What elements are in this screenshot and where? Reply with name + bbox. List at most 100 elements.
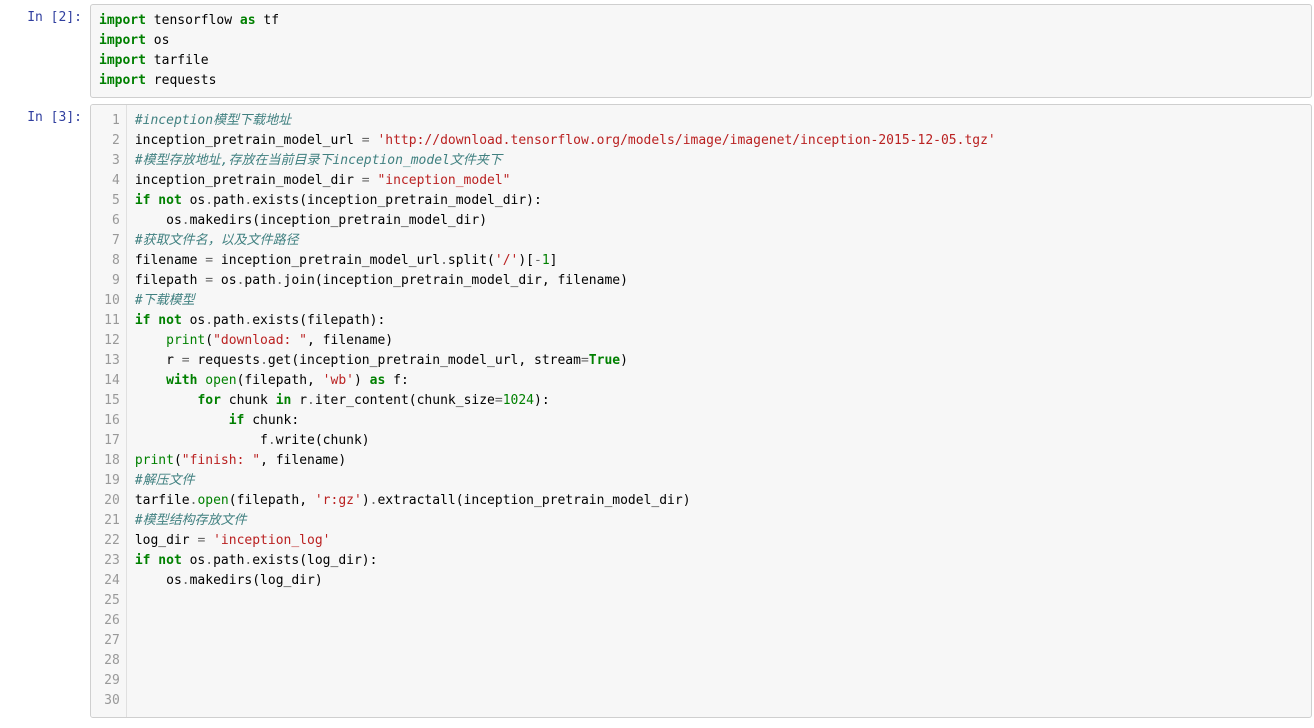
token: "finish: " (182, 453, 260, 468)
line-number-gutter: 1 2 3 4 5 6 7 8 9 10 11 12 13 14 15 16 1… (91, 105, 126, 717)
code-input-area[interactable]: 1 2 3 4 5 6 7 8 9 10 11 12 13 14 15 16 1… (90, 104, 1312, 718)
token: tf (263, 13, 279, 28)
code-line: for chunk in r.iter_content(chunk_size=1… (135, 391, 1303, 411)
code-line: os.makedirs(log_dir) (135, 571, 1303, 591)
token: , filename) (260, 453, 346, 468)
token: import (99, 13, 146, 28)
token: os (154, 33, 170, 48)
token: join(inception_pretrain_model_dir, filen… (284, 273, 628, 288)
token: extractall(inception_pretrain_model_dir) (377, 493, 690, 508)
token: )[ (518, 253, 534, 268)
token: 'wb' (323, 373, 354, 388)
token: if (135, 313, 151, 328)
code-line: print("finish: ", filename) (135, 451, 1303, 471)
code-table: 1 2 3 4 5 6 7 8 9 10 11 12 13 14 15 16 1… (91, 105, 1311, 717)
token: in (276, 393, 292, 408)
token: #解压文件 (135, 473, 195, 488)
token: (filepath, (237, 373, 323, 388)
code-line: log_dir = 'inception_log' (135, 531, 1303, 551)
token: as (370, 373, 386, 388)
token: exists(filepath): (252, 313, 385, 328)
token: = (362, 133, 370, 148)
token: import (99, 33, 146, 48)
token: makedirs(log_dir) (190, 573, 323, 588)
token: chunk (221, 393, 276, 408)
token: os (182, 313, 205, 328)
token: ): (534, 393, 550, 408)
token: as (240, 13, 256, 28)
token: chunk: (244, 413, 299, 428)
token: os (182, 553, 205, 568)
token: . (307, 393, 315, 408)
code-line: if not os.path.exists(filepath): (135, 311, 1303, 331)
token: (filepath, (229, 493, 315, 508)
code-line: tarfile.open(filepath, 'r:gz').extractal… (135, 491, 1303, 511)
token: = (581, 353, 589, 368)
token: iter_content(chunk_size (315, 393, 495, 408)
token: = (205, 273, 213, 288)
token: 'inception_log' (213, 533, 330, 548)
token: = (495, 393, 503, 408)
token: not (158, 313, 181, 328)
token: os (213, 273, 236, 288)
code-line: if not os.path.exists(inception_pretrain… (135, 191, 1303, 211)
token (135, 413, 229, 428)
token: r (135, 353, 182, 368)
token: path (244, 273, 275, 288)
code-line: #下载模型 (135, 291, 1303, 311)
token: filepath (135, 273, 205, 288)
token: log_dir (135, 533, 198, 548)
token: get(inception_pretrain_model_url, stream (268, 353, 581, 368)
code-line: import os (99, 31, 1303, 51)
token: = (362, 173, 370, 188)
token: import (99, 53, 146, 68)
token: f (135, 433, 268, 448)
cell-prompt: In [2]: (2, 4, 90, 25)
token: #模型结构存放文件 (135, 513, 247, 528)
token: r (291, 393, 307, 408)
code-line: r = requests.get(inception_pretrain_mode… (135, 351, 1303, 371)
code-cell: In [3]:1 2 3 4 5 6 7 8 9 10 11 12 13 14 … (2, 104, 1312, 718)
token: tensorflow (154, 13, 232, 28)
code-line: inception_pretrain_model_url = 'http://d… (135, 131, 1303, 151)
code-line: #模型结构存放文件 (135, 511, 1303, 531)
token: if (135, 553, 151, 568)
code-column[interactable]: #inception模型下载地址 inception_pretrain_model… (126, 105, 1311, 717)
token: makedirs(inception_pretrain_model_dir) (190, 213, 487, 228)
token: if (229, 413, 245, 428)
token (232, 13, 240, 28)
token: inception_pretrain_model_url (213, 253, 440, 268)
token: "download: " (213, 333, 307, 348)
token: path (213, 553, 244, 568)
token: not (158, 193, 181, 208)
token (146, 73, 154, 88)
token: not (158, 553, 181, 568)
code-line: import tensorflow as tf (99, 11, 1303, 31)
token: os (182, 193, 205, 208)
cell-prompt: In [3]: (2, 104, 90, 125)
token: 'r:gz' (315, 493, 362, 508)
code-line: import requests (99, 71, 1303, 91)
token: = (205, 253, 213, 268)
code-input-area[interactable]: import tensorflow as tfimport osimport t… (90, 4, 1312, 98)
token (146, 13, 154, 28)
token: #inception模型下载地址 (135, 113, 291, 128)
token: . (276, 273, 284, 288)
code-line: #获取文件名，以及文件路径 (135, 231, 1303, 251)
token (205, 533, 213, 548)
code-line: import tarfile (99, 51, 1303, 71)
token (146, 53, 154, 68)
token: #模型存放地址,存放在当前目录下inception_model文件夹下 (135, 153, 502, 168)
token: inception_pretrain_model_dir (135, 173, 362, 188)
code-line: print("download: ", filename) (135, 331, 1303, 351)
token: import (99, 73, 146, 88)
token: . (205, 193, 213, 208)
token: '/' (495, 253, 518, 268)
token: "inception_model" (377, 173, 510, 188)
token: ] (550, 253, 558, 268)
token: ) (362, 493, 370, 508)
token: if (135, 193, 151, 208)
token: ) (620, 353, 628, 368)
token: , filename) (307, 333, 393, 348)
token: = (182, 353, 190, 368)
